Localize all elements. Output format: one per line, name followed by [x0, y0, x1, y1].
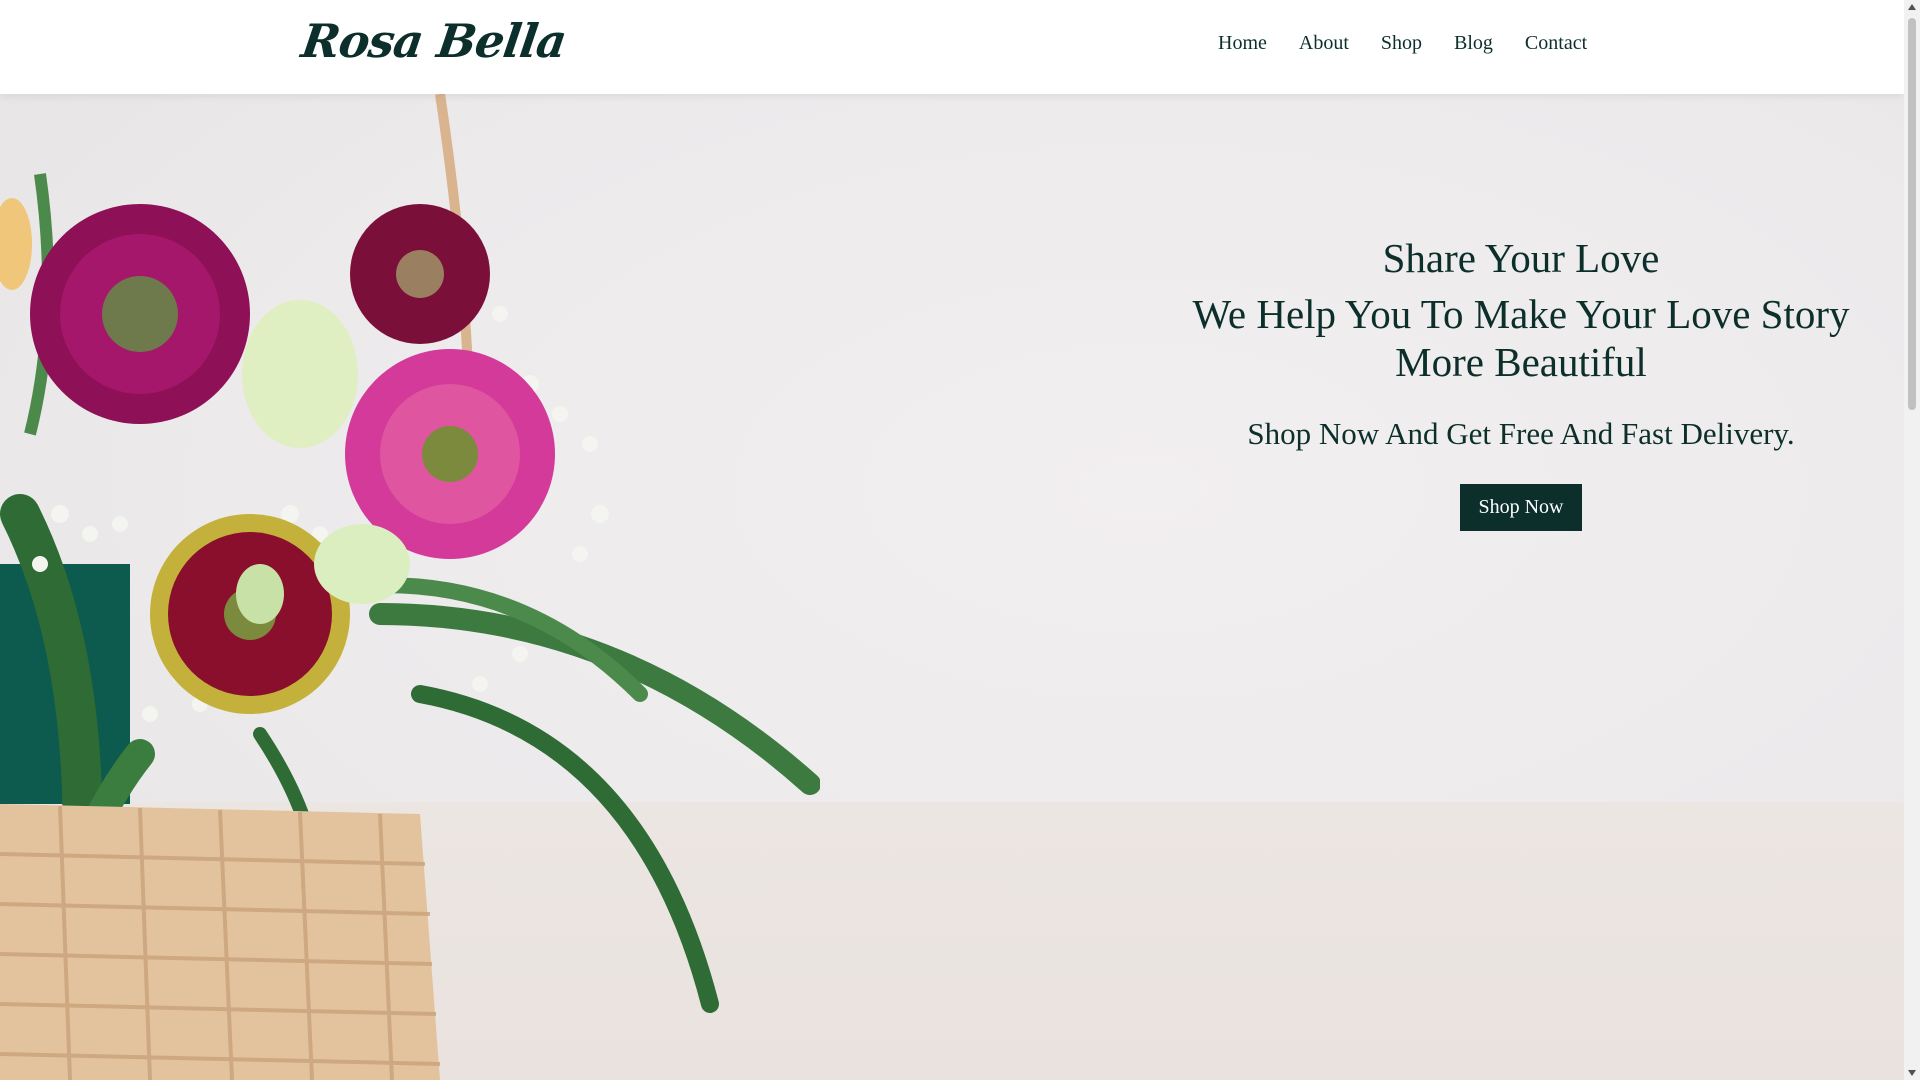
scroll-thumb[interactable]: [1908, 18, 1916, 410]
nav-item-about[interactable]: About: [1299, 32, 1349, 55]
hero-subheading: Share Your Love: [1382, 235, 1660, 281]
hero-section: Share Your Love We Help You To Make Your…: [0, 94, 1904, 1080]
nav-item-shop[interactable]: Shop: [1381, 32, 1422, 55]
nav-item-contact[interactable]: Contact: [1525, 32, 1587, 55]
scroll-down-icon[interactable]: [1908, 1070, 1916, 1076]
page: Rosa Bella Home About Shop Blog Contact: [0, 0, 1920, 1080]
main-nav: Home About Shop Blog Contact: [1218, 32, 1587, 55]
hero-text-block: Share Your Love We Help You To Make Your…: [1160, 234, 1882, 531]
page-scrollbar[interactable]: [1904, 0, 1920, 1080]
site-header: Rosa Bella Home About Shop Blog Contact: [0, 0, 1904, 94]
nav-item-blog[interactable]: Blog: [1454, 32, 1493, 55]
scroll-up-icon[interactable]: [1908, 4, 1916, 10]
flower-basket-image: [0, 94, 820, 1080]
site-logo[interactable]: Rosa Bella: [298, 14, 569, 68]
hero-heading: We Help You To Make Your Love Story More…: [1192, 291, 1850, 385]
shop-now-button[interactable]: Shop Now: [1460, 484, 1582, 531]
hero-tagline: Shop Now And Get Free And Fast Delivery.: [1247, 416, 1795, 451]
nav-item-home[interactable]: Home: [1218, 32, 1267, 55]
